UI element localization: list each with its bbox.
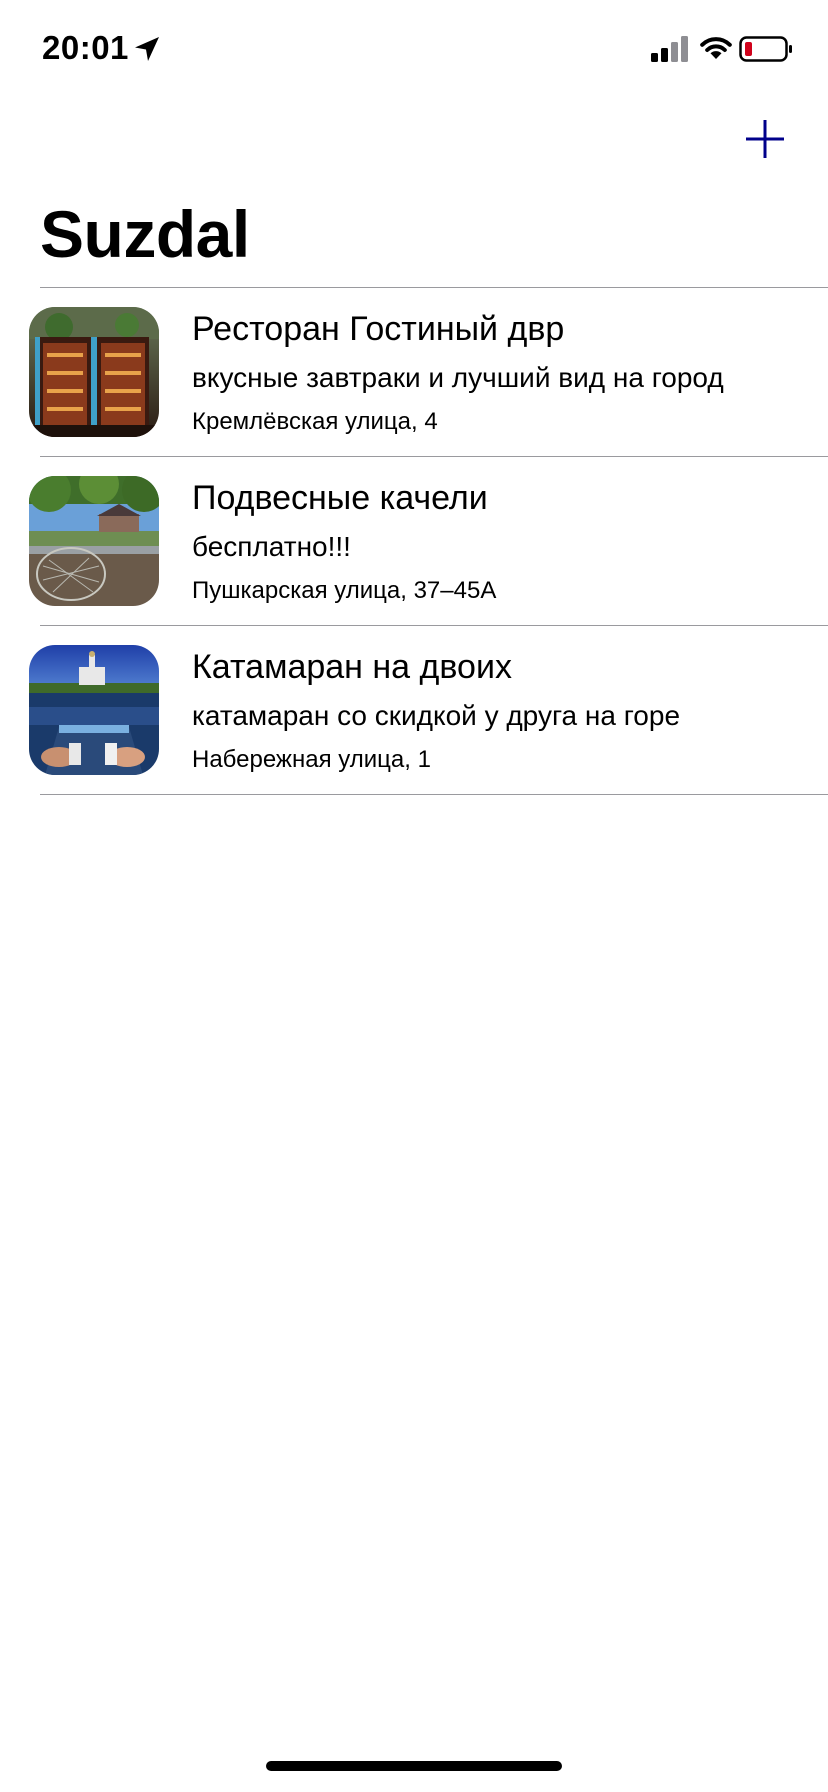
place-name: Подвесные качели (192, 479, 488, 517)
place-address: Пушкарская улица, 37–45А (192, 577, 497, 604)
place-address: Набережная улица, 1 (192, 746, 431, 773)
place-thumbnail (29, 645, 159, 775)
list-item[interactable]: Ресторан Гостиный двр вкусные завтраки и… (0, 288, 828, 456)
wifi-icon (700, 37, 732, 59)
cellular-signal-icon (651, 36, 688, 62)
plus-icon (746, 120, 784, 158)
page-title: Suzdal (40, 197, 250, 271)
place-description: катамаран со скидкой у друга на горе (192, 700, 681, 731)
list-item[interactable]: Катамаран на двоих катамаран со скидкой … (0, 626, 828, 794)
restaurant-photo-icon (29, 307, 159, 437)
place-name: Катамаран на двоих (192, 648, 512, 686)
place-thumbnail (29, 307, 159, 437)
place-name: Ресторан Гостиный двр (192, 310, 565, 348)
location-arrow-icon (135, 37, 159, 61)
place-description: вкусные завтраки и лучший вид на город (192, 362, 724, 393)
add-button[interactable] (742, 116, 788, 162)
list-item[interactable]: Подвесные качели бесплатно!!! Пушкарская… (0, 457, 828, 625)
place-thumbnail (29, 476, 159, 606)
battery-low-icon (739, 36, 792, 62)
home-indicator[interactable] (266, 1761, 562, 1771)
status-bar: 20:01 (0, 0, 828, 100)
swing-photo-icon (29, 476, 159, 606)
place-address: Кремлёвская улица, 4 (192, 408, 438, 435)
places-list: Ресторан Гостиный двр вкусные завтраки и… (0, 287, 828, 795)
status-time: 20:01 (42, 29, 129, 66)
place-description: бесплатно!!! (192, 531, 351, 562)
list-separator (40, 794, 828, 795)
catamaran-photo-icon (29, 645, 159, 775)
